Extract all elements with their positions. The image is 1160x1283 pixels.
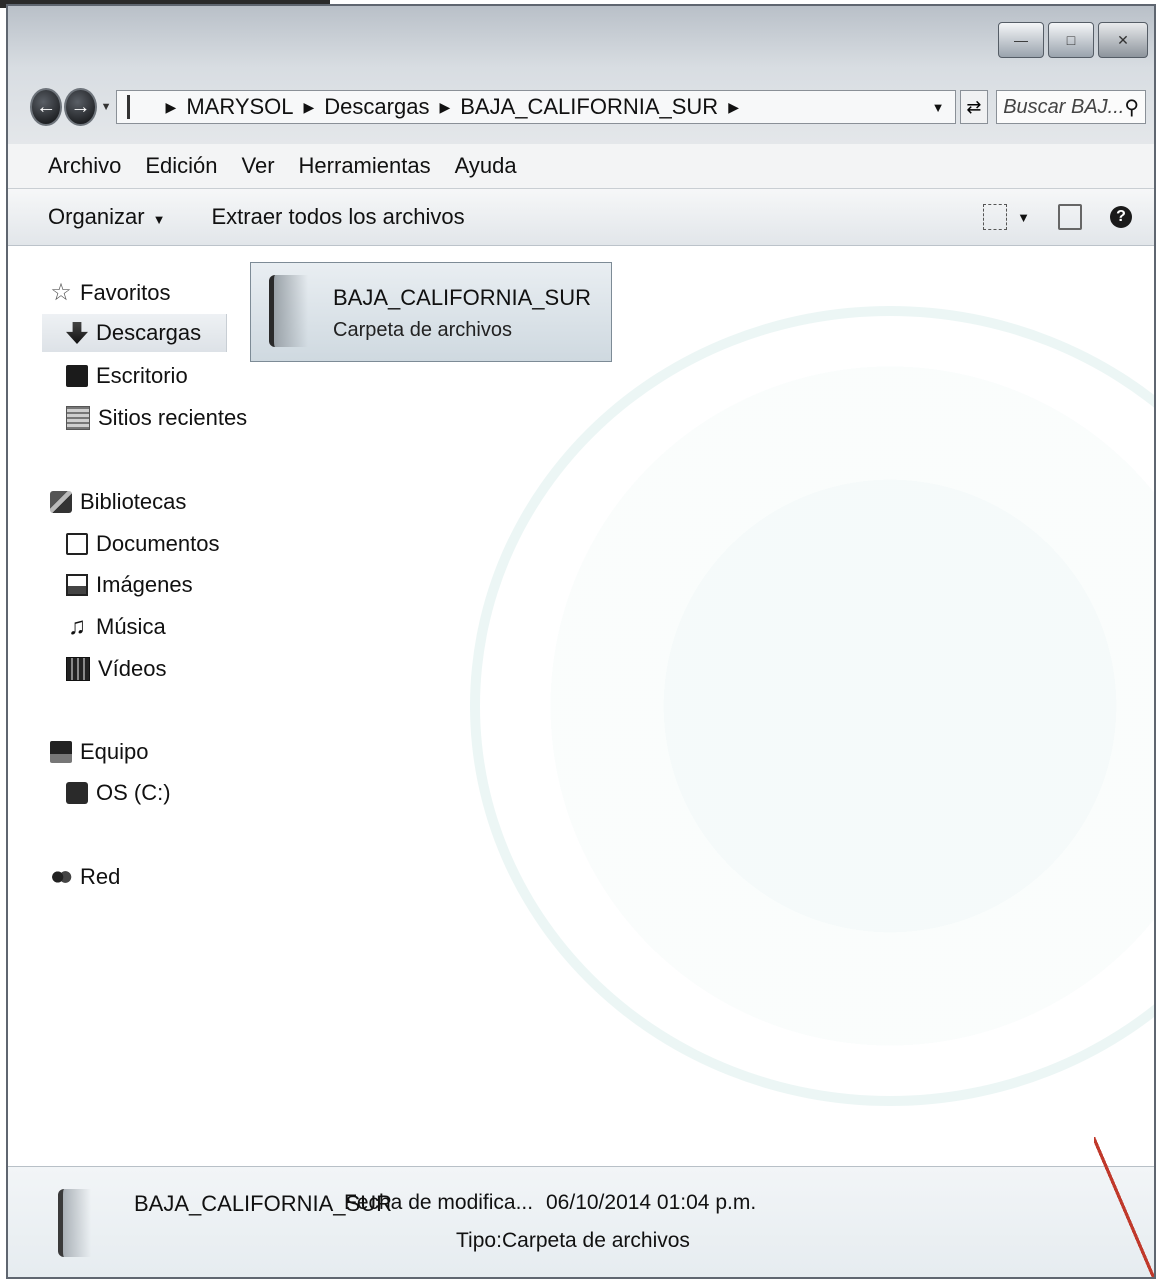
details-type-label: Tipo: xyxy=(456,1229,502,1252)
chevron-right-icon[interactable]: ▶ xyxy=(166,99,177,116)
nav-favorites[interactable]: ☆ Favoritos xyxy=(50,274,170,312)
refresh-icon: ⇄ xyxy=(966,96,982,117)
search-icon[interactable]: ⚲ xyxy=(1124,95,1139,120)
details-modified-value: 06/10/2014 01:04 p.m. xyxy=(546,1191,757,1214)
file-list-area[interactable]: BAJA_CALIFORNIA_SUR Carpeta de archivos xyxy=(240,246,1154,1167)
file-item-baja-california-sur[interactable]: BAJA_CALIFORNIA_SUR Carpeta de archivos xyxy=(250,262,612,362)
menu-edicion[interactable]: Edición xyxy=(145,153,217,179)
search-box[interactable]: Buscar BAJ... ⚲ xyxy=(996,90,1147,124)
organize-label: Organizar xyxy=(48,204,145,229)
video-icon xyxy=(66,657,90,681)
breadcrumb-item[interactable]: Descargas xyxy=(324,94,429,120)
chevron-right-icon[interactable]: ▶ xyxy=(439,99,450,116)
zip-folder-icon xyxy=(269,275,308,347)
menu-archivo[interactable]: Archivo xyxy=(48,153,121,179)
desktop-icon xyxy=(66,365,88,387)
window-chrome: — □ ✕ ← → ▼ ▶ MARYSOL ▶ Descargas ▶ BAJA… xyxy=(8,6,1154,144)
maximize-button[interactable]: □ xyxy=(1048,22,1094,58)
nav-label: Descargas xyxy=(96,320,202,345)
menu-herramientas[interactable]: Herramientas xyxy=(299,153,431,179)
nav-item-musica[interactable]: ♫ Música xyxy=(66,608,166,646)
view-controls: ▼ ? xyxy=(983,204,1132,230)
forward-arrow-icon: → xyxy=(70,95,91,118)
search-input[interactable]: Buscar BAJ... xyxy=(1003,96,1124,119)
chevron-down-icon: ▼ xyxy=(1017,209,1030,225)
preview-pane-button[interactable] xyxy=(1058,204,1082,230)
nav-label: Documentos xyxy=(96,531,220,556)
nav-label: Favoritos xyxy=(80,280,171,305)
hard-drive-icon xyxy=(66,782,88,804)
chevron-right-icon[interactable]: ▶ xyxy=(728,99,739,116)
nav-label: Música xyxy=(96,614,166,639)
nav-item-descargas[interactable]: Descargas xyxy=(42,314,227,352)
extract-all-button[interactable]: Extraer todos los archivos xyxy=(211,204,464,230)
view-icon xyxy=(983,204,1008,230)
back-button[interactable]: ← xyxy=(30,88,63,126)
nav-item-sitios-recientes[interactable]: Sitios recientes xyxy=(66,399,247,437)
document-icon xyxy=(66,533,88,555)
download-icon xyxy=(66,322,88,344)
nav-red[interactable]: Red xyxy=(50,858,120,896)
nav-label: Imágenes xyxy=(96,572,193,597)
nav-bibliotecas[interactable]: Bibliotecas xyxy=(50,483,186,521)
red-pen-mark xyxy=(1094,1137,1154,1277)
caption-buttons: — □ ✕ xyxy=(998,22,1148,58)
music-note-icon: ♫ xyxy=(68,613,86,640)
change-view-button[interactable]: ▼ xyxy=(983,204,1030,230)
forward-button[interactable]: → xyxy=(64,88,97,126)
nav-label: Equipo xyxy=(80,739,149,764)
recent-pages-dropdown[interactable]: ▼ xyxy=(101,101,112,113)
zip-folder-icon xyxy=(58,1189,91,1257)
menu-bar: Archivo Edición Ver Herramientas Ayuda xyxy=(8,144,1154,189)
breadcrumb-item[interactable]: BAJA_CALIFORNIA_SUR xyxy=(460,94,718,120)
computer-icon xyxy=(50,741,72,763)
chevron-down-icon: ▼ xyxy=(152,212,166,227)
nav-item-escritorio[interactable]: Escritorio xyxy=(66,357,188,395)
navigation-row: ← → ▼ ▶ MARYSOL ▶ Descargas ▶ BAJA_CALIF… xyxy=(30,86,1147,128)
network-icon xyxy=(50,866,72,888)
address-dropdown-icon[interactable]: ▼ xyxy=(932,100,945,115)
nav-label: OS (C:) xyxy=(96,780,171,805)
details-pane: BAJA_CALIFORNIA_SUR Fecha de modifica...… xyxy=(8,1137,1154,1277)
details-type-value: Carpeta de archivos xyxy=(502,1229,690,1252)
star-icon: ☆ xyxy=(50,279,72,306)
help-icon[interactable]: ? xyxy=(1110,206,1132,228)
close-button[interactable]: ✕ xyxy=(1098,22,1148,58)
back-arrow-icon: ← xyxy=(36,95,57,118)
menu-ver[interactable]: Ver xyxy=(242,153,275,179)
explorer-window: — □ ✕ ← → ▼ ▶ MARYSOL ▶ Descargas ▶ BAJA… xyxy=(6,4,1156,1279)
nav-item-documentos[interactable]: Documentos xyxy=(66,525,220,563)
nav-item-os-c[interactable]: OS (C:) xyxy=(66,774,171,812)
chevron-right-icon[interactable]: ▶ xyxy=(304,99,315,116)
nav-label: Bibliotecas xyxy=(80,489,187,514)
nav-equipo[interactable]: Equipo xyxy=(50,733,149,771)
nav-item-imagenes[interactable]: Imágenes xyxy=(66,566,193,604)
pictures-icon xyxy=(66,574,88,596)
recent-places-icon xyxy=(66,406,90,430)
libraries-icon xyxy=(50,491,72,513)
command-bar: Organizar ▼ Extraer todos los archivos ▼ … xyxy=(8,189,1154,246)
file-type: Carpeta de archivos xyxy=(333,319,512,341)
nav-label: Sitios recientes xyxy=(98,405,248,430)
nav-item-videos[interactable]: Vídeos xyxy=(66,650,167,688)
minimize-button[interactable]: — xyxy=(998,22,1044,58)
watermark-seal xyxy=(470,306,1154,1106)
file-name: BAJA_CALIFORNIA_SUR xyxy=(333,285,591,310)
refresh-button[interactable]: ⇄ xyxy=(959,90,989,124)
nav-label: Escritorio xyxy=(96,363,188,388)
details-modified-label: Fecha de modifica... xyxy=(344,1191,534,1214)
breadcrumb-item[interactable]: MARYSOL xyxy=(186,94,293,120)
organize-button[interactable]: Organizar ▼ xyxy=(48,204,165,230)
address-bar[interactable]: ▶ MARYSOL ▶ Descargas ▶ BAJA_CALIFORNIA_… xyxy=(115,90,956,124)
navigation-pane: ☆ Favoritos Descargas Escritorio Sitios … xyxy=(8,246,247,1167)
folder-crumb-icon xyxy=(126,95,148,119)
menu-ayuda[interactable]: Ayuda xyxy=(455,153,517,179)
nav-label: Red xyxy=(80,864,121,889)
nav-label: Vídeos xyxy=(98,656,167,681)
